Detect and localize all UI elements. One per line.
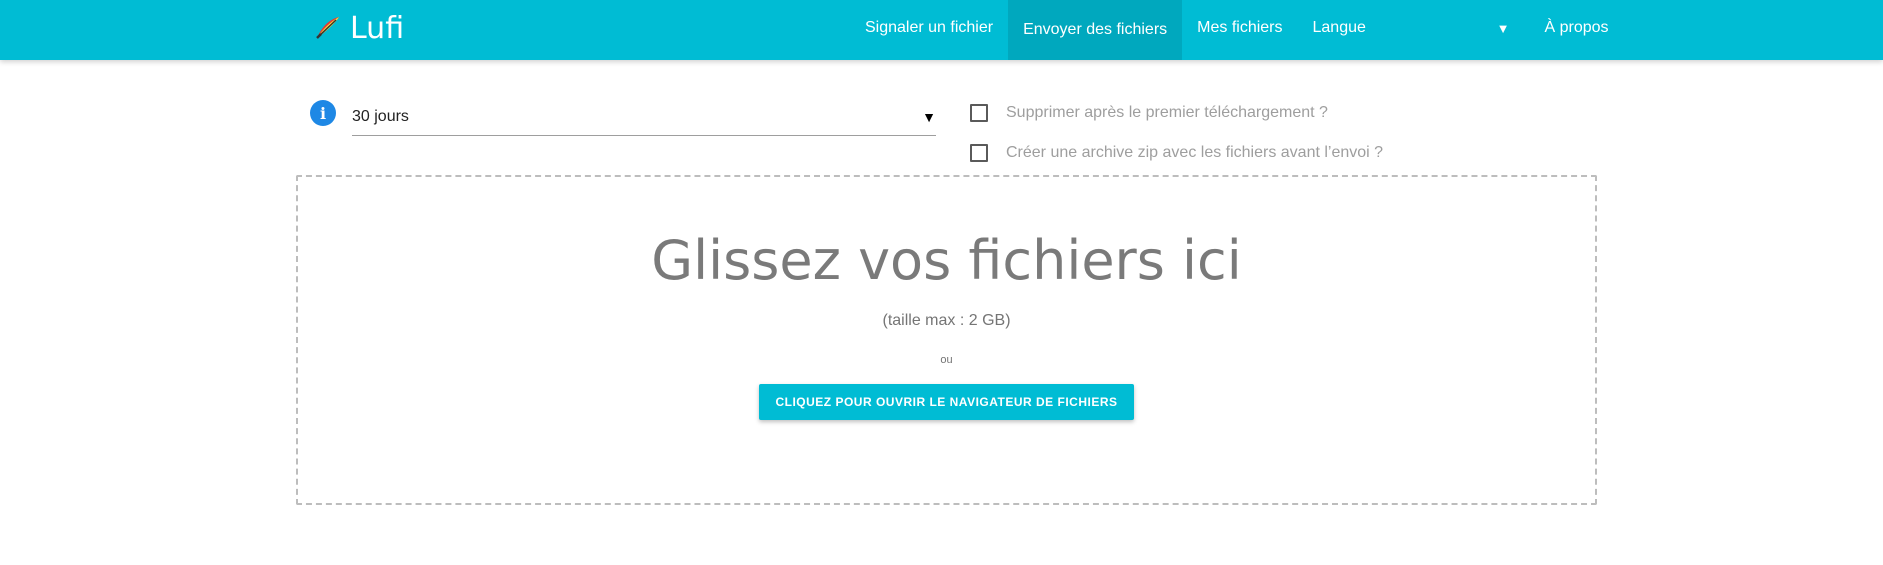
- top-navbar: Lufi Signaler un fichier Envoyer des fic…: [0, 0, 1883, 60]
- nav-item-mes-fichiers[interactable]: Mes fichiers: [1182, 0, 1297, 56]
- info-glyph: i: [319, 103, 327, 123]
- info-icon[interactable]: i: [310, 100, 336, 126]
- chevron-down-icon: ▼: [922, 108, 936, 125]
- nav-item-a-propos[interactable]: À propos: [1530, 0, 1624, 56]
- create-zip-label: Créer une archive zip avec les fichiers …: [1006, 144, 1384, 161]
- brand-name: Lufi: [350, 10, 405, 46]
- lufi-logo-icon: [316, 17, 339, 39]
- delete-after-download-checkbox[interactable]: [970, 104, 988, 122]
- max-size-text: (taille max : 2 GB): [882, 312, 1011, 329]
- nav-item-envoyer[interactable]: Envoyer des fichiers: [1008, 0, 1183, 60]
- nav-item-signaler[interactable]: Signaler un fichier: [850, 0, 1008, 56]
- language-label: Langue: [1312, 19, 1366, 36]
- delay-select[interactable]: 30 jours ▼: [352, 98, 936, 136]
- drop-title: Glissez vos fichiers ici: [651, 229, 1242, 292]
- language-select[interactable]: Langue ▼: [1313, 0, 1518, 56]
- delete-after-download-label: Supprimer après le premier téléchargemen…: [1006, 104, 1328, 121]
- open-file-browser-button[interactable]: Cliquez pour ouvrir le navigateur de fic…: [759, 384, 1134, 420]
- brand-link[interactable]: Lufi: [314, 0, 404, 56]
- create-zip-checkbox[interactable]: [970, 144, 988, 162]
- nav-menu: Signaler un fichier Envoyer des fichiers…: [850, 0, 1624, 60]
- delete-after-download-option[interactable]: Supprimer après le premier téléchargemen…: [970, 104, 1328, 122]
- chevron-down-icon: ▼: [1496, 20, 1510, 36]
- create-zip-option[interactable]: Créer une archive zip avec les fichiers …: [970, 144, 1383, 162]
- delay-value: 30 jours: [352, 107, 409, 125]
- file-drop-zone[interactable]: Glissez vos fichiers ici (taille max : 2…: [296, 175, 1597, 505]
- or-separator: ou: [940, 354, 953, 366]
